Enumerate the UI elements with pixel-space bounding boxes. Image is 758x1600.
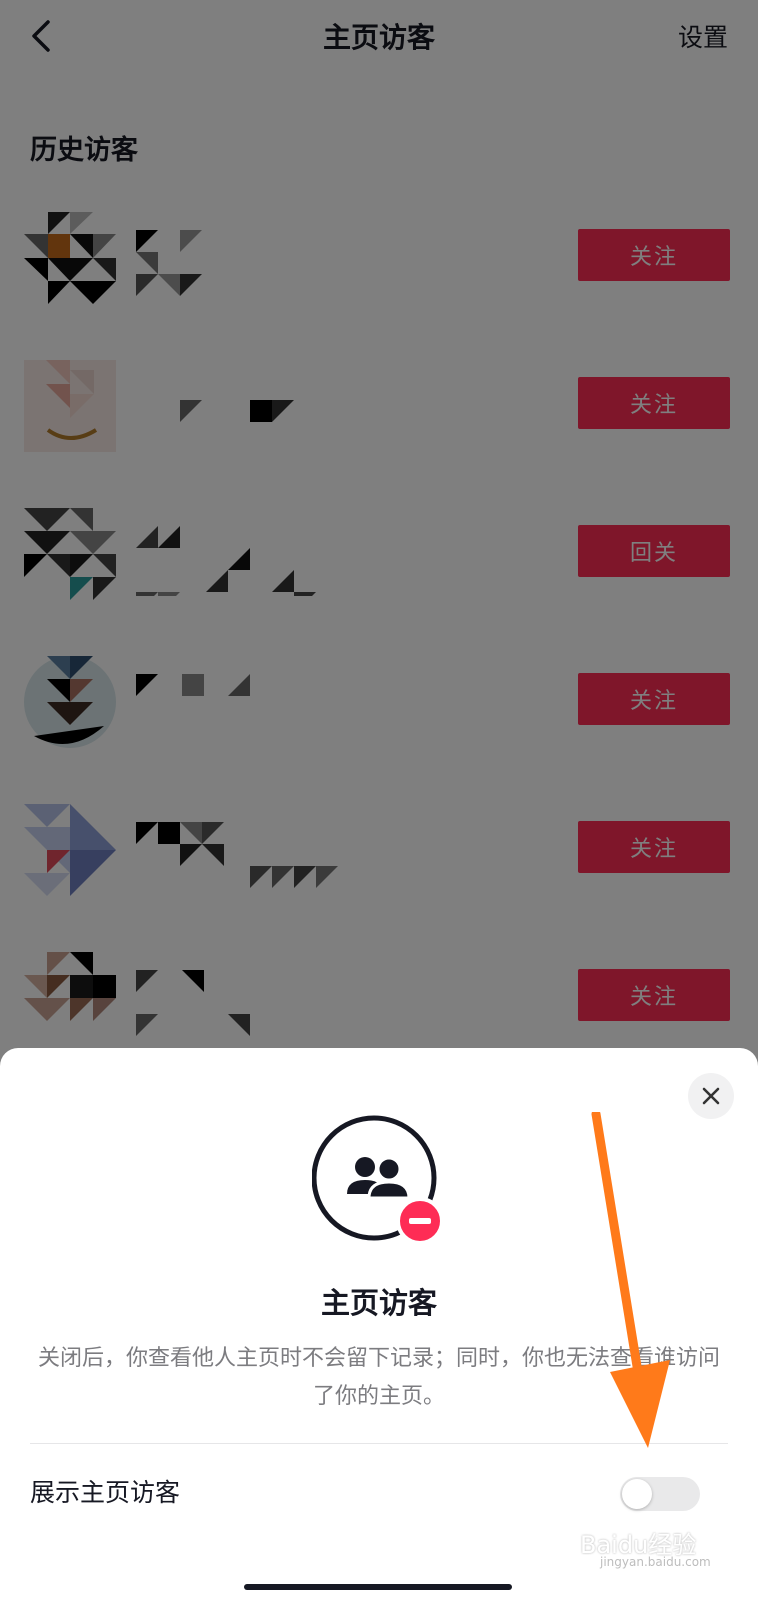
home-indicator[interactable] (244, 1584, 512, 1590)
watermark-url: jingyan.baidu.com (600, 1555, 711, 1569)
toggle-knob (622, 1479, 652, 1509)
annotation-arrow-icon (591, 1112, 670, 1448)
show-visitors-label: 展示主页访客 (30, 1478, 181, 1507)
close-icon (702, 1087, 720, 1105)
show-visitors-toggle[interactable] (620, 1477, 700, 1511)
visitors-disabled-icon (312, 1115, 444, 1245)
close-button[interactable] (688, 1073, 734, 1119)
